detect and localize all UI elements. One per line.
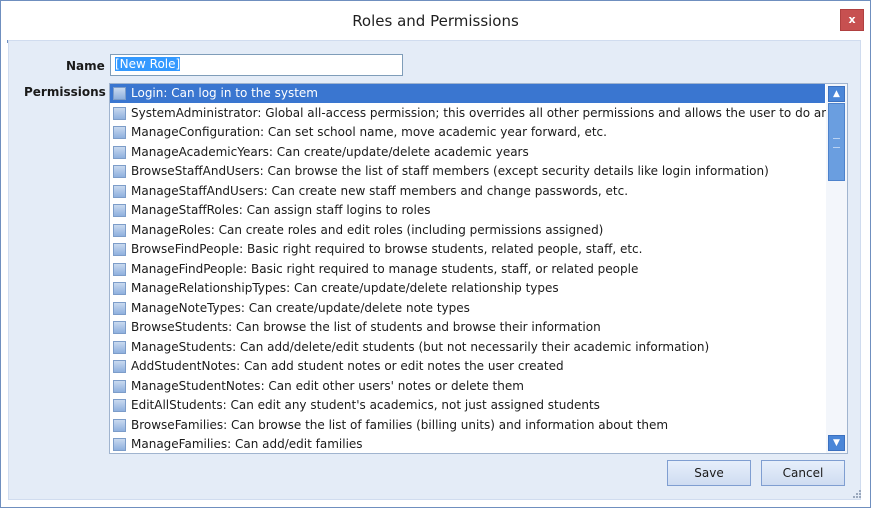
permission-checkbox[interactable] bbox=[113, 262, 126, 276]
permission-checkbox[interactable] bbox=[113, 399, 126, 412]
name-input-value: [New Role] bbox=[115, 57, 181, 71]
permission-item[interactable]: ManageStaffAndUsers: Can create new staf… bbox=[110, 182, 825, 201]
permission-label: ManageStudents: Can add/delete/edit stud… bbox=[131, 339, 710, 354]
permission-label: ManageStaffRoles: Can assign staff login… bbox=[131, 203, 431, 217]
permission-item[interactable]: ManageAcademicYears: Can create/update/d… bbox=[110, 143, 825, 162]
permission-item[interactable]: ManageNoteTypes: Can create/update/delet… bbox=[110, 299, 825, 318]
permission-label: BrowseStaffAndUsers: Can browse the list… bbox=[131, 164, 769, 178]
permission-checkbox[interactable] bbox=[113, 321, 126, 334]
permission-label: ManageRelationshipTypes: Can create/upda… bbox=[131, 281, 559, 295]
permission-checkbox[interactable] bbox=[113, 282, 126, 295]
permission-item[interactable]: BrowseStudents: Can browse the list of s… bbox=[110, 318, 825, 337]
permission-label: BrowseStudents: Can browse the list of s… bbox=[131, 320, 601, 334]
permission-label: Login: Can log in to the system bbox=[131, 86, 318, 100]
permission-item[interactable]: ManageFamilies: Can add/edit families bbox=[110, 435, 825, 453]
permission-checkbox[interactable] bbox=[113, 379, 126, 393]
scroll-thumb[interactable] bbox=[828, 103, 845, 181]
permission-checkbox[interactable] bbox=[113, 223, 126, 237]
cancel-button[interactable]: Cancel bbox=[761, 460, 845, 486]
permission-item[interactable]: ManageRelationshipTypes: Can create/upda… bbox=[110, 279, 825, 298]
permission-item[interactable]: ManageStaffRoles: Can assign staff login… bbox=[110, 201, 825, 220]
permission-item[interactable]: ManageStudentNotes: Can edit other users… bbox=[110, 377, 825, 396]
permission-label: BrowseFamilies: Can browse the list of f… bbox=[131, 417, 669, 432]
resize-grip-icon[interactable] bbox=[853, 490, 861, 498]
permission-label: ManageStaffAndUsers: Can create new staf… bbox=[131, 183, 629, 198]
permission-checkbox[interactable] bbox=[113, 106, 126, 120]
scroll-up-icon[interactable]: ▲ bbox=[828, 86, 845, 102]
permission-item[interactable]: AddStudentNotes: Can add student notes o… bbox=[110, 357, 825, 376]
permission-checkbox[interactable] bbox=[113, 87, 126, 100]
permission-checkbox[interactable] bbox=[113, 165, 126, 178]
permission-item[interactable]: EditAllStudents: Can edit any student's … bbox=[110, 396, 825, 415]
permission-item[interactable]: ManageStudents: Can add/delete/edit stud… bbox=[110, 338, 825, 357]
permission-checkbox[interactable] bbox=[113, 184, 126, 198]
scroll-down-icon[interactable]: ▼ bbox=[828, 435, 845, 451]
permissions-list[interactable]: Login: Can log in to the system SystemAdm… bbox=[109, 83, 848, 454]
close-icon: x bbox=[848, 13, 856, 26]
permission-item[interactable]: BrowseFamilies: Can browse the list of f… bbox=[110, 416, 825, 435]
permission-checkbox[interactable] bbox=[113, 243, 126, 256]
close-button[interactable]: x bbox=[840, 9, 864, 31]
permission-checkbox[interactable] bbox=[113, 301, 126, 315]
permission-label: SystemAdministrator: Global all-access p… bbox=[131, 105, 848, 120]
scrollbar[interactable]: ▲ ▼ bbox=[826, 84, 847, 453]
permission-item[interactable]: ManageFindPeople: Basic right required t… bbox=[110, 260, 825, 279]
permission-checkbox[interactable] bbox=[113, 438, 126, 451]
permission-item[interactable]: BrowseStaffAndUsers: Can browse the list… bbox=[110, 162, 825, 181]
permission-item[interactable]: SystemAdministrator: Global all-access p… bbox=[110, 104, 847, 123]
permission-item[interactable]: ManageConfiguration: Can set school name… bbox=[110, 123, 825, 142]
permission-checkbox[interactable] bbox=[113, 418, 126, 432]
permission-item[interactable]: BrowseFindPeople: Basic right required t… bbox=[110, 240, 825, 259]
permission-checkbox[interactable] bbox=[113, 360, 126, 373]
title-bar[interactable]: Roles and Permissions x bbox=[1, 1, 870, 41]
permission-checkbox[interactable] bbox=[113, 204, 126, 217]
permission-checkbox[interactable] bbox=[113, 340, 126, 354]
permission-label: ManageStudentNotes: Can edit other users… bbox=[131, 378, 524, 393]
permissions-label: Permissions bbox=[24, 85, 106, 99]
permission-item[interactable]: Login: Can log in to the system bbox=[110, 84, 825, 103]
permission-item[interactable]: ManageRoles: Can create roles and edit r… bbox=[110, 221, 825, 240]
grip-icon bbox=[833, 138, 840, 148]
permission-label: ManageRoles: Can create roles and edit r… bbox=[131, 222, 604, 237]
dialog-title: Roles and Permissions bbox=[352, 12, 519, 30]
permission-label: AddStudentNotes: Can add student notes o… bbox=[131, 359, 564, 373]
permission-label: ManageFamilies: Can add/edit families bbox=[131, 437, 363, 451]
name-input[interactable]: [New Role] bbox=[110, 54, 403, 76]
permission-label: ManageFindPeople: Basic right required t… bbox=[131, 261, 639, 276]
permission-label: ManageNoteTypes: Can create/update/delet… bbox=[131, 300, 470, 315]
name-label: Name bbox=[66, 59, 105, 73]
permission-checkbox[interactable] bbox=[113, 145, 126, 159]
permission-label: EditAllStudents: Can edit any student's … bbox=[131, 398, 600, 412]
permission-checkbox[interactable] bbox=[113, 126, 126, 139]
permission-label: BrowseFindPeople: Basic right required t… bbox=[131, 242, 643, 256]
permission-label: ManageAcademicYears: Can create/update/d… bbox=[131, 144, 529, 159]
permission-label: ManageConfiguration: Can set school name… bbox=[131, 125, 607, 139]
save-button[interactable]: Save bbox=[667, 460, 751, 486]
